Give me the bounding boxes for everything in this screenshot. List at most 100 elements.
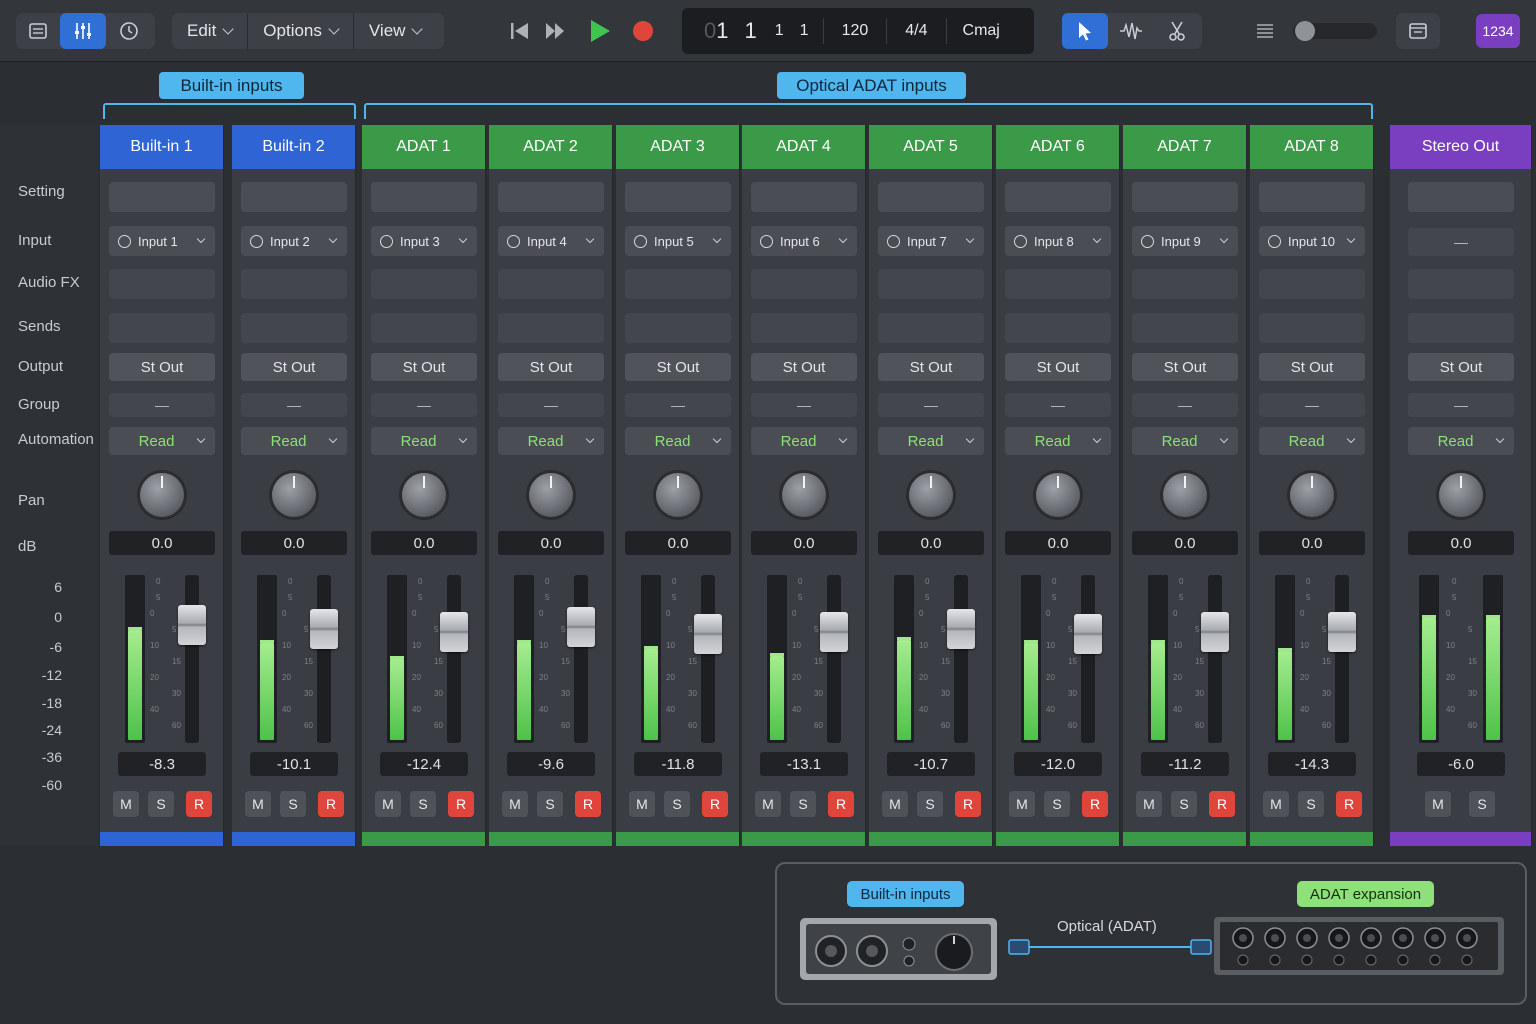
volume-value[interactable]: -13.1: [760, 752, 848, 776]
volume-value[interactable]: -10.1: [250, 752, 338, 776]
record-enable-button[interactable]: R: [955, 791, 981, 817]
record-enable-button[interactable]: R: [448, 791, 474, 817]
volume-value[interactable]: -11.2: [1141, 752, 1229, 776]
volume-fader-handle[interactable]: [694, 614, 722, 654]
output-slot[interactable]: St Out: [498, 353, 604, 381]
record-icon[interactable]: [632, 20, 654, 42]
setting-slot[interactable]: [1259, 182, 1365, 212]
sends-slot[interactable]: [241, 313, 347, 343]
sends-slot[interactable]: [1005, 313, 1111, 343]
group-slot[interactable]: —: [1132, 393, 1238, 417]
mute-button[interactable]: M: [502, 791, 528, 817]
options-menu[interactable]: Options: [248, 13, 354, 49]
mute-button[interactable]: M: [1425, 791, 1451, 817]
volume-value[interactable]: -12.4: [380, 752, 468, 776]
audio-fx-slot[interactable]: [371, 269, 477, 299]
input-slot[interactable]: Input 8: [1005, 226, 1111, 256]
setting-slot[interactable]: [498, 182, 604, 212]
volume-fader-track[interactable]: [1335, 575, 1349, 743]
channel-name[interactable]: Built-in 1: [100, 125, 223, 169]
volume-fader-handle[interactable]: [947, 609, 975, 649]
list-settings-icon[interactable]: [1255, 22, 1275, 40]
pan-value[interactable]: 0.0: [1259, 531, 1365, 555]
group-slot[interactable]: —: [371, 393, 477, 417]
sends-slot[interactable]: [1132, 313, 1238, 343]
input-slot[interactable]: Input 9: [1132, 226, 1238, 256]
record-enable-button[interactable]: R: [1082, 791, 1108, 817]
volume-fader-handle[interactable]: [567, 607, 595, 647]
pan-value[interactable]: 0.0: [1408, 531, 1514, 555]
record-enable-button[interactable]: R: [1336, 791, 1362, 817]
pointer-tool-button[interactable]: [1062, 13, 1108, 49]
input-slot[interactable]: Input 7: [878, 226, 984, 256]
group-slot[interactable]: —: [1005, 393, 1111, 417]
sends-slot[interactable]: [878, 313, 984, 343]
group-slot[interactable]: —: [1259, 393, 1365, 417]
channel-name[interactable]: ADAT 6: [996, 125, 1119, 169]
pan-value[interactable]: 0.0: [241, 531, 347, 555]
scissors-tool-button[interactable]: [1154, 13, 1200, 49]
sends-slot[interactable]: [625, 313, 731, 343]
pan-value[interactable]: 0.0: [498, 531, 604, 555]
volume-fader-handle[interactable]: [310, 609, 338, 649]
input-slot[interactable]: Input 5: [625, 226, 731, 256]
zoom-slider[interactable]: [1293, 21, 1377, 41]
count-badge[interactable]: 1234: [1476, 14, 1520, 48]
output-slot[interactable]: St Out: [1408, 353, 1514, 381]
output-slot[interactable]: St Out: [1132, 353, 1238, 381]
group-slot[interactable]: —: [109, 393, 215, 417]
automation-mode-select[interactable]: Read: [241, 427, 347, 455]
volume-fader-track[interactable]: [701, 575, 715, 743]
solo-button[interactable]: S: [1469, 791, 1495, 817]
lcd-display[interactable]: 01111 120 4/4 Cmaj: [682, 8, 1034, 54]
audio-fx-slot[interactable]: [241, 269, 347, 299]
automation-mode-select[interactable]: Read: [878, 427, 984, 455]
audio-fx-slot[interactable]: [1005, 269, 1111, 299]
view-menu[interactable]: View: [354, 13, 437, 49]
volume-fader-track[interactable]: [827, 575, 841, 743]
notepad-button[interactable]: [1396, 13, 1440, 49]
pan-knob[interactable]: [140, 473, 184, 517]
record-enable-button[interactable]: R: [828, 791, 854, 817]
volume-fader-track[interactable]: [1081, 575, 1095, 743]
record-enable-button[interactable]: R: [702, 791, 728, 817]
setting-slot[interactable]: [1132, 182, 1238, 212]
channel-name[interactable]: ADAT 1: [362, 125, 485, 169]
automation-mode-select[interactable]: Read: [1259, 427, 1365, 455]
output-slot[interactable]: St Out: [625, 353, 731, 381]
automation-mode-select[interactable]: Read: [1005, 427, 1111, 455]
mute-button[interactable]: M: [629, 791, 655, 817]
volume-fader-track[interactable]: [1208, 575, 1222, 743]
volume-fader-handle[interactable]: [1328, 612, 1356, 652]
automation-mode-select[interactable]: Read: [371, 427, 477, 455]
fast-forward-icon[interactable]: [544, 18, 568, 44]
channel-name[interactable]: ADAT 2: [489, 125, 612, 169]
pan-knob[interactable]: [1036, 473, 1080, 517]
mixer-view-button[interactable]: [60, 13, 106, 49]
level-meter-right[interactable]: [1483, 575, 1503, 743]
solo-button[interactable]: S: [790, 791, 816, 817]
group-slot[interactable]: —: [878, 393, 984, 417]
automation-mode-select[interactable]: Read: [751, 427, 857, 455]
zoom-slider-thumb[interactable]: [1295, 21, 1315, 41]
input-slot[interactable]: Input 10: [1259, 226, 1365, 256]
pan-knob[interactable]: [272, 473, 316, 517]
mute-button[interactable]: M: [375, 791, 401, 817]
solo-button[interactable]: S: [917, 791, 943, 817]
output-slot[interactable]: St Out: [371, 353, 477, 381]
pan-value[interactable]: 0.0: [878, 531, 984, 555]
solo-button[interactable]: S: [410, 791, 436, 817]
audio-fx-slot[interactable]: [751, 269, 857, 299]
setting-slot[interactable]: [751, 182, 857, 212]
group-slot[interactable]: —: [751, 393, 857, 417]
solo-button[interactable]: S: [280, 791, 306, 817]
mute-button[interactable]: M: [113, 791, 139, 817]
sends-slot[interactable]: [109, 313, 215, 343]
list-view-button[interactable]: [16, 13, 60, 49]
output-slot[interactable]: St Out: [1259, 353, 1365, 381]
pan-value[interactable]: 0.0: [751, 531, 857, 555]
volume-value[interactable]: -11.8: [634, 752, 722, 776]
volume-value[interactable]: -12.0: [1014, 752, 1102, 776]
pan-knob[interactable]: [656, 473, 700, 517]
output-slot[interactable]: St Out: [751, 353, 857, 381]
